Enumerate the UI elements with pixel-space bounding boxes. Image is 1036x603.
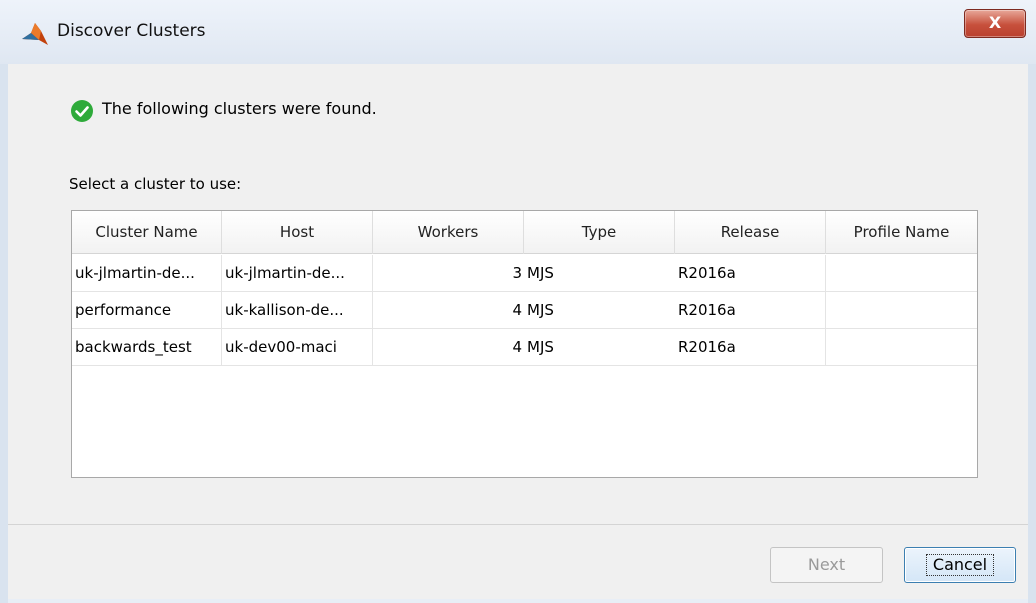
cell-type: MJS bbox=[527, 264, 554, 282]
cell-host: uk-dev00-maci bbox=[222, 329, 373, 365]
window-border-left bbox=[0, 64, 8, 603]
check-circle-icon bbox=[71, 100, 93, 122]
window-title: Discover Clusters bbox=[57, 21, 206, 41]
close-icon: X bbox=[988, 13, 1002, 32]
close-button[interactable]: X bbox=[964, 9, 1026, 38]
table-row[interactable]: backwards_test uk-dev00-maci 4 MJS R2016… bbox=[72, 329, 977, 366]
cell-cluster-name: performance bbox=[72, 292, 222, 328]
cell-release: R2016a bbox=[675, 255, 826, 291]
cell-workers: 4 bbox=[512, 301, 522, 319]
cancel-button-label: Cancel bbox=[925, 554, 995, 576]
cell-host: uk-jlmartin-de... bbox=[222, 255, 373, 291]
cell-profile-name bbox=[826, 255, 977, 291]
table-header: Cluster Name Host Workers Type Release P… bbox=[72, 211, 977, 254]
cell-host: uk-kallison-de... bbox=[222, 292, 373, 328]
window-border-right bbox=[1028, 64, 1036, 603]
dialog-body: The following clusters were found. Selec… bbox=[8, 64, 1028, 599]
discover-clusters-dialog: Discover Clusters X The following cluste… bbox=[0, 0, 1036, 603]
table-row[interactable]: performance uk-kallison-de... 4 MJS R201… bbox=[72, 292, 977, 329]
column-header-workers[interactable]: Workers bbox=[373, 211, 524, 254]
title-bar[interactable]: Discover Clusters X bbox=[0, 0, 1036, 64]
column-header-cluster-name[interactable]: Cluster Name bbox=[72, 211, 222, 254]
cell-cluster-name: uk-jlmartin-de... bbox=[72, 255, 222, 291]
next-button[interactable]: Next bbox=[770, 547, 883, 583]
column-header-type[interactable]: Type bbox=[524, 211, 675, 254]
select-cluster-label: Select a cluster to use: bbox=[69, 175, 242, 193]
matlab-icon bbox=[22, 23, 48, 45]
cell-cluster-name: backwards_test bbox=[72, 329, 222, 365]
cluster-table[interactable]: Cluster Name Host Workers Type Release P… bbox=[71, 210, 978, 478]
status-message: The following clusters were found. bbox=[102, 99, 377, 118]
cell-workers: 3 bbox=[512, 264, 522, 282]
column-header-profile-name[interactable]: Profile Name bbox=[826, 211, 977, 254]
footer-divider bbox=[8, 524, 1028, 525]
cell-type: MJS bbox=[527, 301, 554, 319]
cell-profile-name bbox=[826, 292, 977, 328]
cancel-button[interactable]: Cancel bbox=[904, 547, 1016, 583]
table-row[interactable]: uk-jlmartin-de... uk-jlmartin-de... 3 MJ… bbox=[72, 255, 977, 292]
cell-workers: 4 bbox=[512, 338, 522, 356]
cell-profile-name bbox=[826, 329, 977, 365]
cell-type: MJS bbox=[527, 338, 554, 356]
column-header-host[interactable]: Host bbox=[222, 211, 373, 254]
cell-release: R2016a bbox=[675, 292, 826, 328]
column-header-release[interactable]: Release bbox=[675, 211, 826, 254]
cell-release: R2016a bbox=[675, 329, 826, 365]
